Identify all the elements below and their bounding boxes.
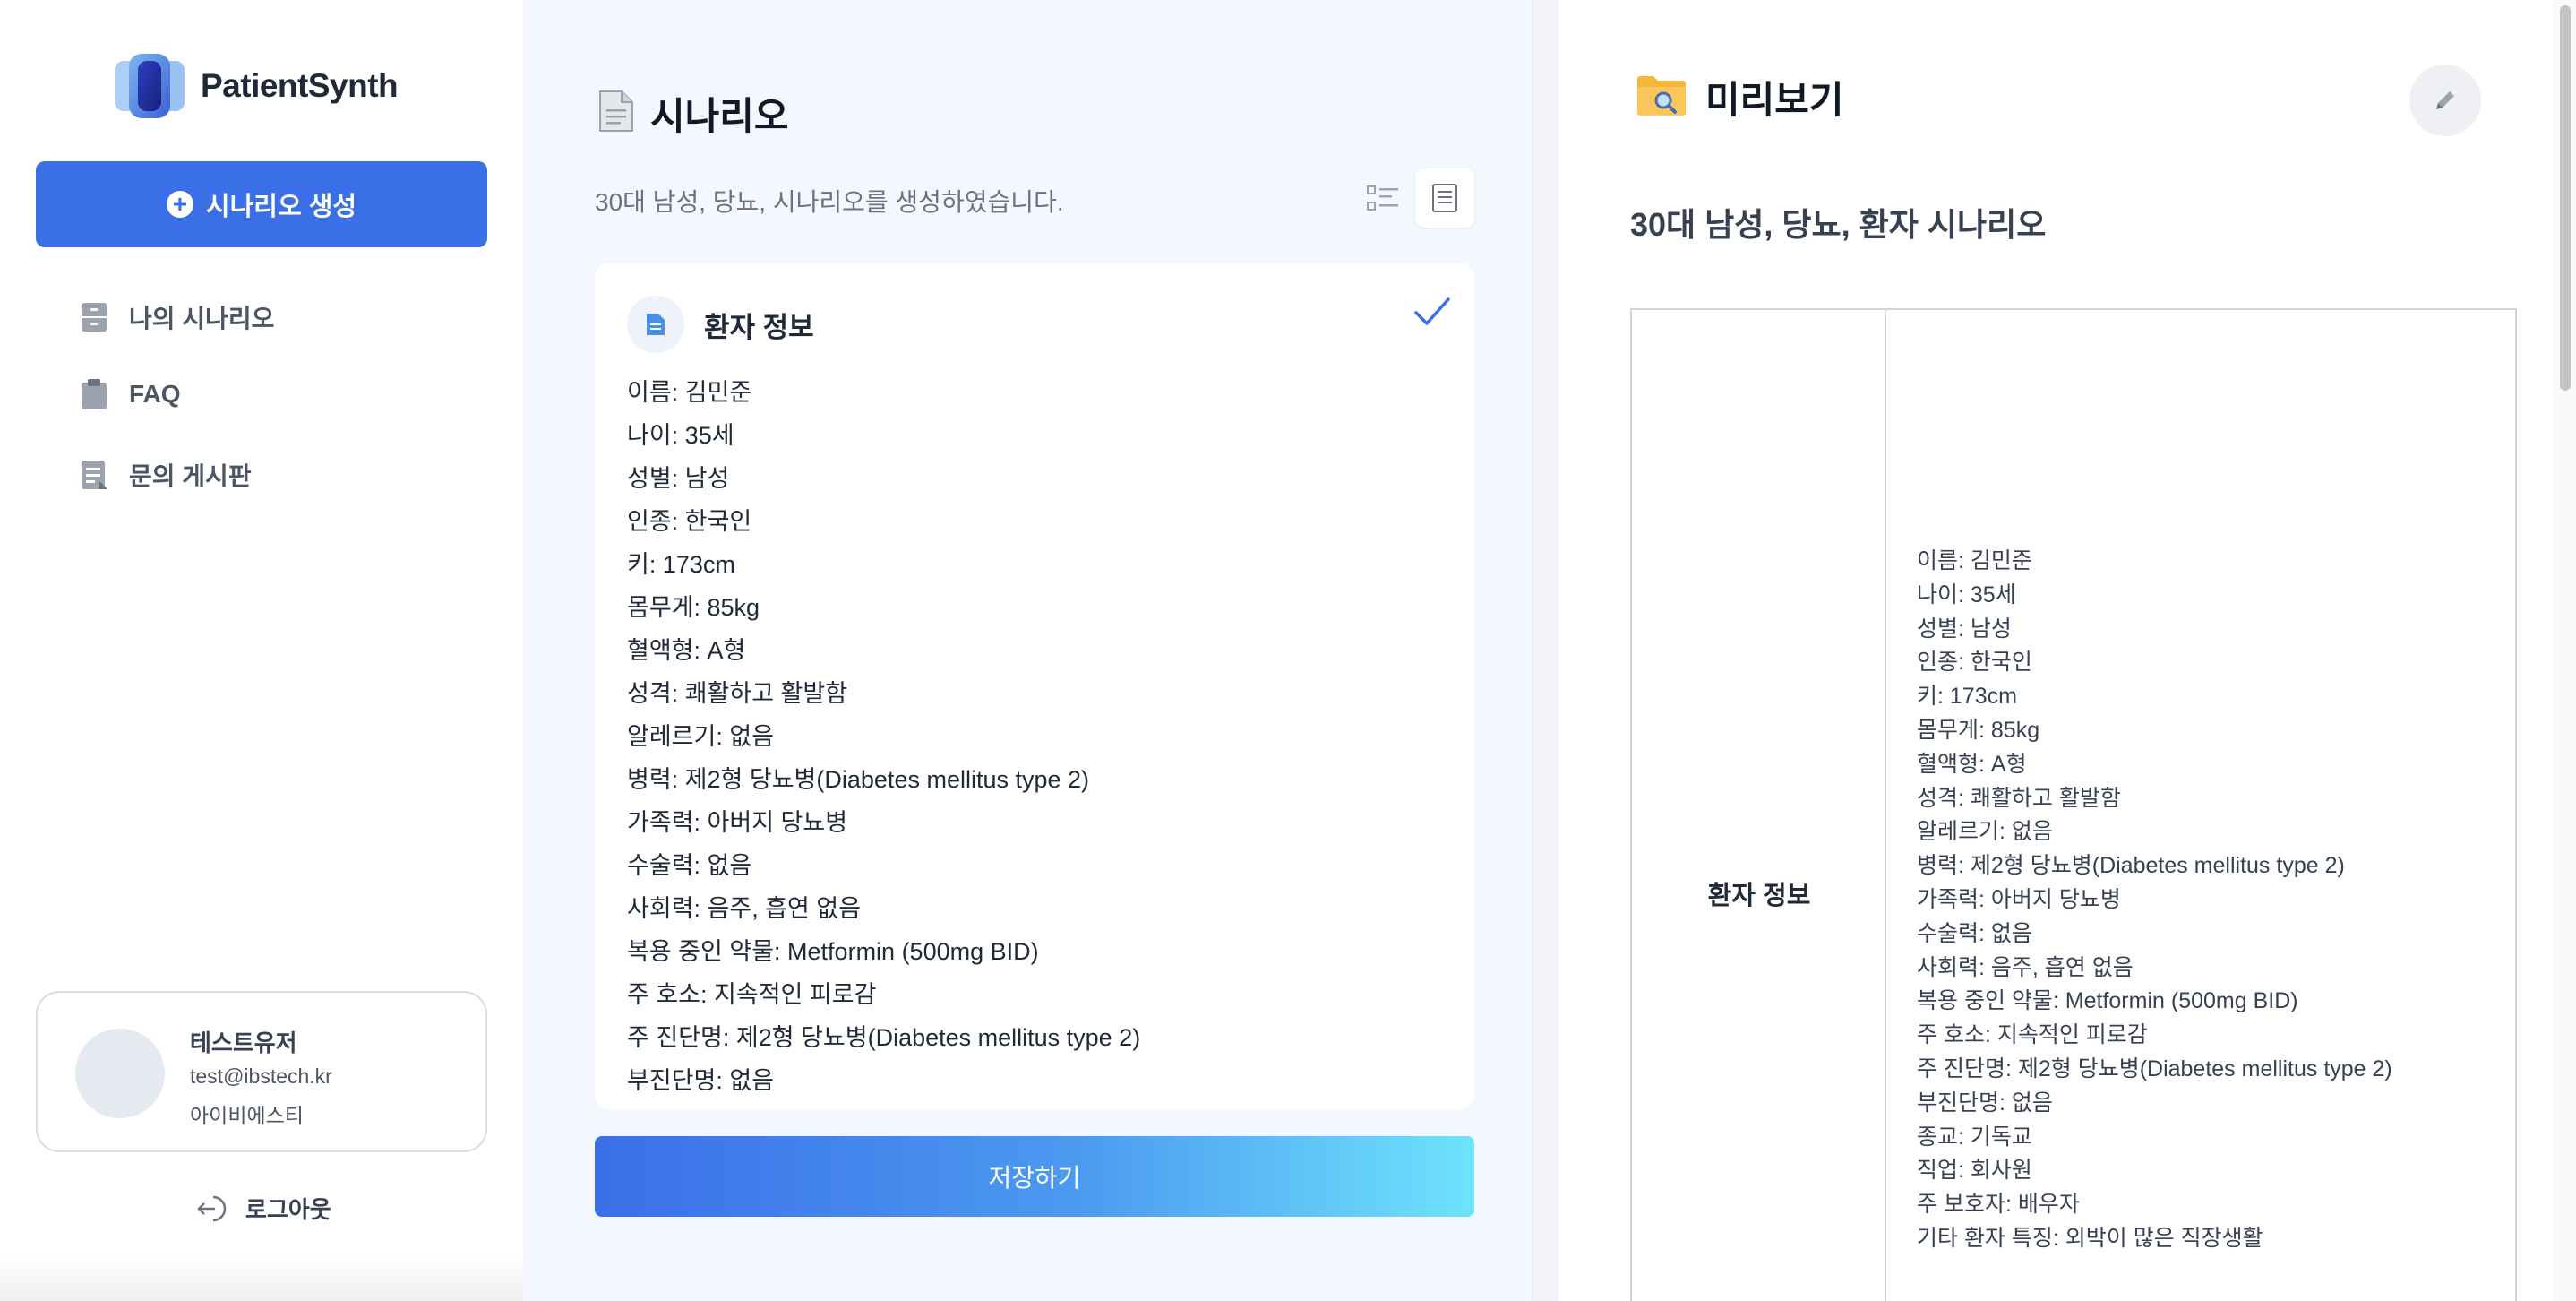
app-window: PatientSynth + 시나리오 생성 나의 시나리오 FAQ 문의 게시… (0, 0, 2576, 1301)
clipboard-icon (79, 378, 109, 410)
document-view-button[interactable] (1415, 168, 1474, 228)
preview-info-list: 이름: 김민준 나이: 35세 성별: 남성 인종: 한국인 키: 173cm … (1917, 545, 2392, 1256)
list-view-icon (1367, 185, 1398, 211)
list-item: 알레르기: 없음 (1917, 819, 2053, 845)
patient-info-list: 이름: 김민준 나이: 35세 성별: 남성 인종: 한국인 키: 173cm … (627, 371, 1140, 1102)
list-view-button[interactable] (1354, 170, 1412, 228)
preview-header: 미리보기 (1636, 70, 1844, 125)
sidebar-item-label: 나의 시나리오 (129, 305, 275, 332)
logout-icon (197, 1195, 227, 1221)
preview-document-title: 30대 남성, 당뇨, 환자 시나리오 (1630, 206, 2047, 243)
document-list-icon (79, 459, 109, 491)
patient-info-header: 환자 정보 (627, 296, 814, 353)
list-item: 혈액형: A형 (627, 637, 746, 664)
logout-button[interactable]: 로그아웃 (195, 1192, 331, 1225)
list-item: 주 보호자: 배우자 (1917, 1192, 2080, 1218)
list-item: 주 진단명: 제2형 당뇨병(Diabetes mellitus type 2) (1917, 1055, 2392, 1081)
list-item: 성별: 남성 (627, 465, 730, 492)
document-view-icon (1432, 184, 1457, 212)
list-item: 종교: 기독교 (1917, 1124, 2032, 1150)
file-icon (627, 296, 684, 353)
plus-circle-icon: + (166, 191, 193, 218)
sidebar-item-inquiry-board[interactable]: 문의 게시판 (79, 457, 252, 493)
brand-name: PatientSynth (201, 67, 399, 104)
scrollbar-thumb[interactable] (2560, 5, 2571, 391)
scenario-header: 시나리오 (598, 86, 789, 141)
list-item: 부진단명: 없음 (1917, 1090, 2053, 1116)
list-item: 수술력: 없음 (627, 852, 752, 879)
brand-logo[interactable]: PatientSynth (113, 52, 399, 120)
create-scenario-button[interactable]: + 시나리오 생성 (36, 161, 487, 247)
profile-email: test@ibstech.kr (190, 1064, 332, 1088)
list-item: 몸무게: 85kg (1917, 717, 2040, 743)
list-item: 사회력: 음주, 흡연 없음 (627, 895, 862, 922)
profile-organization: 아이비에스티 (190, 1104, 304, 1127)
patientsynth-logo-icon (113, 52, 186, 120)
list-item: 키: 173cm (1917, 684, 2017, 710)
preview-table: 환자 정보 이름: 김민준 나이: 35세 성별: 남성 인종: 한국인 키: … (1630, 308, 2517, 1301)
patient-info-card: 환자 정보 이름: 김민준 나이: 35세 성별: 남성 인종: 한국인 키: … (595, 263, 1474, 1109)
table-label-cell: 환자 정보 (1632, 310, 1886, 1301)
list-item: 가족력: 아버지 당뇨병 (627, 809, 848, 836)
list-item: 직업: 회사원 (1917, 1158, 2032, 1184)
list-item: 수술력: 없음 (1917, 920, 2032, 946)
page-scrollbar[interactable] (2553, 0, 2576, 1301)
sidebar-item-label: 문의 게시판 (129, 462, 252, 490)
list-item: 몸무게: 85kg (627, 594, 760, 621)
preview-title: 미리보기 (1705, 79, 1844, 121)
list-item: 병력: 제2형 당뇨병(Diabetes mellitus type 2) (1917, 853, 2345, 879)
avatar (75, 1029, 165, 1118)
document-icon (598, 90, 634, 137)
sidebar-bottom-shade (0, 1254, 523, 1301)
list-item: 인종: 한국인 (627, 508, 752, 535)
profile-card[interactable]: 테스트유저 test@ibstech.kr 아이비에스티 (36, 991, 487, 1152)
list-item: 성격: 쾌활하고 활발함 (627, 680, 848, 707)
scenario-panel: 시나리오 30대 남성, 당뇨, 시나리오를 생성하였습니다. 환자 정보 이름… (523, 0, 1532, 1301)
list-item: 주 호소: 지속적인 피로감 (1917, 1022, 2148, 1048)
check-icon[interactable] (1413, 296, 1451, 332)
list-item: 나이: 35세 (1917, 582, 2016, 607)
list-item: 인종: 한국인 (1917, 650, 2032, 676)
table-section-label: 환자 정보 (1707, 882, 1811, 910)
list-item: 사회력: 음주, 흡연 없음 (1917, 954, 2134, 980)
sidebar-item-label: FAQ (129, 380, 181, 408)
list-item: 가족력: 아버지 당뇨병 (1917, 886, 2121, 912)
list-item: 성격: 쾌활하고 활발함 (1917, 785, 2121, 811)
edit-button[interactable] (2409, 65, 2481, 136)
list-item: 키: 173cm (627, 551, 735, 578)
pencil-icon (2436, 91, 2454, 109)
scenario-subtitle: 30대 남성, 당뇨, 시나리오를 생성하였습니다. (595, 188, 1064, 216)
list-item: 부진단명: 없음 (627, 1067, 775, 1094)
list-item: 주 호소: 지속적인 피로감 (627, 981, 877, 1008)
list-item: 기타 환자 특징: 외박이 많은 직장생활 (1917, 1225, 2263, 1251)
list-item: 나이: 35세 (627, 422, 734, 449)
sidebar-item-faq[interactable]: FAQ (79, 378, 181, 410)
folder-search-icon (1636, 73, 1687, 122)
list-item: 복용 중인 약물: Metformin (500mg BID) (1917, 988, 2298, 1014)
list-item: 성별: 남성 (1917, 616, 2012, 642)
sidebar-item-my-scenarios[interactable]: 나의 시나리오 (79, 299, 274, 335)
list-item: 주 진단명: 제2형 당뇨병(Diabetes mellitus type 2) (627, 1024, 1141, 1051)
patient-info-title: 환자 정보 (704, 311, 814, 343)
scenario-title: 시나리오 (650, 95, 789, 137)
create-scenario-label: 시나리오 생성 (205, 193, 357, 221)
list-item: 혈액형: A형 (1917, 751, 2027, 777)
profile-name: 테스트유저 (190, 1030, 297, 1056)
list-item: 복용 중인 약물: Metformin (500mg BID) (627, 938, 1039, 965)
save-button[interactable]: 저장하기 (595, 1136, 1474, 1217)
list-item: 이름: 김민준 (627, 379, 752, 406)
list-item: 병력: 제2형 당뇨병(Diabetes mellitus type 2) (627, 766, 1090, 793)
preview-panel: 미리보기 30대 남성, 당뇨, 환자 시나리오 환자 정보 이름: 김민준 나… (1558, 0, 2553, 1301)
cabinet-icon (79, 301, 109, 333)
sidebar: PatientSynth + 시나리오 생성 나의 시나리오 FAQ 문의 게시… (0, 0, 523, 1301)
list-item: 이름: 김민준 (1917, 548, 2032, 573)
panel-divider (1532, 0, 1558, 1301)
list-item: 알레르기: 없음 (627, 723, 775, 750)
logout-label: 로그아웃 (245, 1196, 331, 1223)
